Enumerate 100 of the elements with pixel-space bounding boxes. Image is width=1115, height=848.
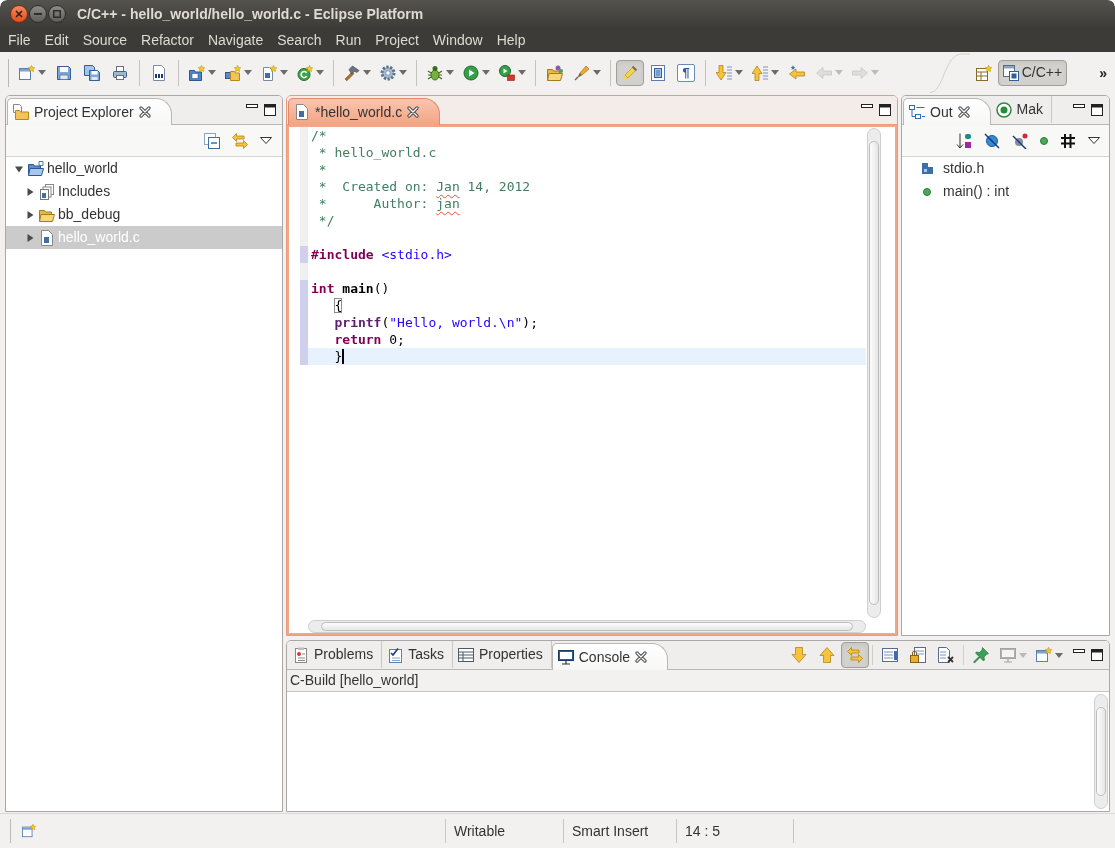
menu-item[interactable]: Help	[489, 28, 533, 52]
minimize-icon	[1073, 104, 1085, 108]
hide-fields-button[interactable]	[984, 132, 1000, 149]
menu-item[interactable]: Window	[425, 28, 490, 52]
maximize-icon	[264, 104, 276, 116]
maximize-button[interactable]	[1091, 104, 1103, 116]
hammer-icon	[344, 64, 360, 81]
tab[interactable]: Console	[551, 643, 669, 670]
code-line: * hello_world.c	[317, 144, 437, 161]
vertical-scrollbar[interactable]	[867, 128, 881, 618]
menu-item[interactable]: Search	[270, 28, 329, 52]
window-star-icon	[19, 64, 35, 81]
close-icon	[407, 106, 420, 118]
table-star-icon	[975, 64, 992, 81]
highlighter-icon	[622, 64, 638, 81]
tree-item[interactable]: hello_world	[6, 157, 282, 180]
hide-non-public-button[interactable]	[1040, 136, 1048, 145]
menu-item[interactable]: Source	[75, 28, 135, 52]
document-x-icon	[938, 647, 954, 663]
fast-view-button[interactable]	[22, 824, 36, 838]
outline-item[interactable]: main() : int	[902, 180, 1109, 203]
sort-button[interactable]	[956, 132, 972, 149]
console-title: C-Build [hello_world]	[287, 670, 1109, 691]
caret-icon	[771, 70, 779, 75]
menu-item[interactable]: Run	[328, 28, 369, 52]
code-line: printf("Hello, world.\n");	[333, 314, 538, 331]
include-icon	[921, 163, 933, 174]
horizontal-scrollbar[interactable]	[308, 619, 866, 633]
maximize-button[interactable]	[264, 104, 276, 116]
caret-icon	[446, 70, 454, 75]
sort-icon	[956, 132, 972, 149]
menu-item[interactable]: Edit	[37, 28, 76, 52]
floppy-disks-icon	[84, 64, 100, 81]
file-star-icon	[261, 64, 277, 81]
caret-icon	[244, 70, 252, 75]
hide-static-button[interactable]	[1012, 132, 1028, 149]
view-menu-icon	[260, 137, 272, 144]
folder-files-icon	[13, 104, 29, 120]
two-arrows-icon	[847, 647, 863, 663]
tab[interactable]: Tasks	[382, 641, 453, 668]
tab[interactable]: Project Explorer	[7, 98, 172, 125]
outline-item[interactable]: stdio.h	[902, 157, 1109, 180]
tab[interactable]: *hello_world.c	[288, 98, 441, 125]
vertical-scrollbar[interactable]	[1094, 694, 1108, 809]
minimize-icon	[861, 104, 873, 108]
overflow-button[interactable]: »	[1099, 65, 1107, 80]
arrow-right-icon	[852, 64, 868, 81]
stacked-pages-icon	[39, 183, 55, 200]
window-title: C/C++ - hello_world/hello_world.c - Eclipse Platform	[77, 4, 424, 24]
arrow-down-icon	[791, 647, 807, 663]
close-icon	[138, 106, 151, 118]
monitor-icon	[557, 649, 574, 665]
target-icon	[995, 101, 1012, 118]
monitor-icon	[1000, 647, 1016, 663]
menu-item[interactable]: Refactor	[134, 28, 201, 52]
view-menu-button[interactable]	[1088, 137, 1100, 144]
tab[interactable]: Mak	[990, 96, 1053, 123]
menu-item[interactable]: Navigate	[200, 28, 271, 52]
two-arrows-icon	[232, 132, 248, 149]
arrow-up-icon	[819, 647, 835, 663]
tree-item[interactable]: Includes	[6, 180, 282, 203]
table-icon	[457, 646, 474, 663]
project-folder-icon	[28, 160, 44, 177]
scrollbar-thumb[interactable]	[869, 141, 879, 605]
maximize-button[interactable]	[1091, 649, 1103, 661]
perspective-button[interactable]: C/C++	[997, 59, 1068, 86]
collapse-all-button[interactable]	[204, 132, 220, 149]
tab[interactable]: Out	[903, 98, 991, 125]
document-lines-icon	[882, 647, 898, 663]
hide-macros-button[interactable]	[1060, 132, 1076, 149]
lock-document-icon	[910, 647, 926, 663]
scrollbar-thumb[interactable]	[321, 621, 853, 631]
close-icon	[635, 651, 648, 663]
editor-text-area[interactable]: /* * hello_world.c * * Created on: Jan 14, 2012 * Author: jan */ #include <stdio.h> int main() { printf("Hello, world.\n"); return 0; }	[287, 125, 897, 635]
scrollbar-thumb[interactable]	[1096, 707, 1106, 796]
menu-item[interactable]: File	[1, 28, 38, 52]
maximize-icon	[53, 10, 61, 18]
close-button[interactable]	[10, 5, 28, 23]
tree-item[interactable]: bb_debug	[6, 203, 282, 226]
view-menu-button[interactable]	[260, 137, 272, 144]
link-editor-button[interactable]	[232, 132, 248, 149]
arrow-down-lines-icon	[716, 64, 732, 81]
caret-icon	[482, 70, 490, 75]
file-icon	[294, 104, 310, 120]
text-cursor	[342, 349, 345, 364]
maximize-button[interactable]	[879, 104, 891, 116]
code-line: *	[317, 161, 327, 178]
tab[interactable]: Properties	[452, 641, 552, 668]
caret-icon	[1019, 652, 1027, 658]
dot-icon	[1040, 136, 1048, 145]
caret-icon	[399, 70, 407, 75]
menu-item[interactable]: Project	[368, 28, 426, 52]
folder-star-icon	[225, 64, 241, 81]
caret-icon	[593, 70, 601, 75]
whitespace-button[interactable]: ¶	[677, 63, 695, 82]
tab[interactable]: Problems	[288, 641, 383, 668]
code-line: #include <stdio.h>	[311, 246, 452, 263]
code-line: }	[333, 348, 343, 365]
printer-icon	[112, 64, 128, 81]
outline-tree-icon	[909, 104, 925, 120]
